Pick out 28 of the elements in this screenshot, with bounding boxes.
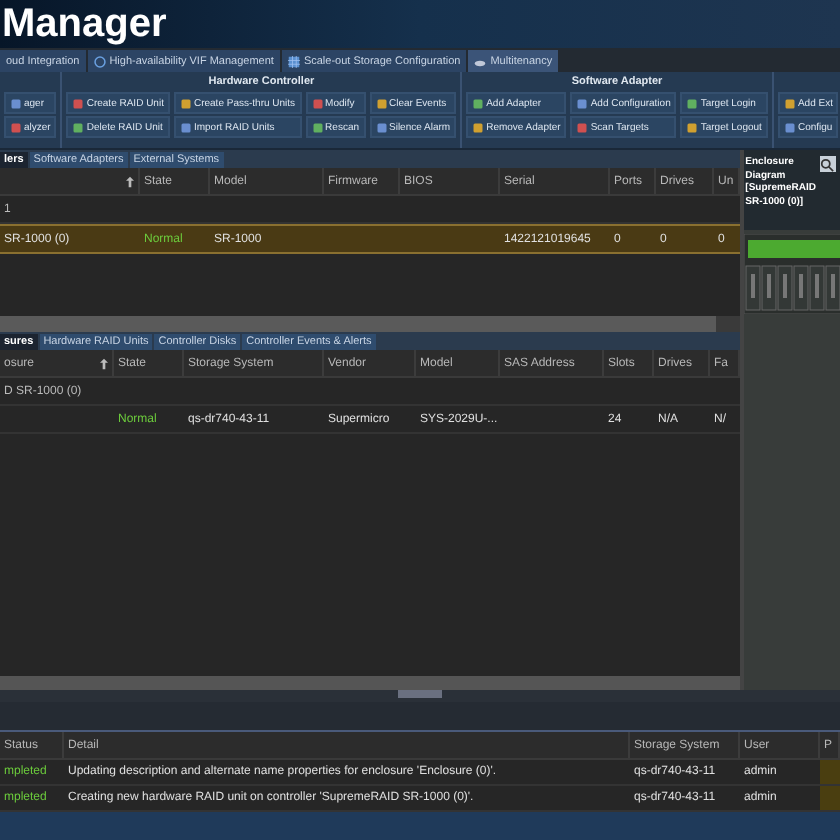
cloud-icon <box>474 55 487 67</box>
square-icon <box>72 97 85 109</box>
square-icon <box>10 121 22 133</box>
square-icon <box>375 121 387 133</box>
square-icon <box>472 121 485 133</box>
square-icon <box>375 97 387 109</box>
app-title: Manager <box>2 1 167 47</box>
square-icon <box>686 121 699 133</box>
square-icon <box>783 121 796 133</box>
square-icon <box>576 97 589 109</box>
square-icon <box>686 97 699 109</box>
sort-arrow-icon <box>100 357 108 369</box>
grid-icon <box>287 55 300 67</box>
sort-arrow-icon <box>126 175 134 187</box>
zoom-icon[interactable] <box>819 156 836 172</box>
square-icon <box>576 121 589 133</box>
square-icon <box>179 121 192 133</box>
square-icon <box>472 97 485 109</box>
scrollbar-thumb[interactable] <box>0 316 716 332</box>
splitter-handle[interactable] <box>398 690 442 698</box>
globe-icon <box>93 55 106 67</box>
square-icon <box>783 97 796 109</box>
square-icon <box>179 97 192 109</box>
scrollbar[interactable] <box>0 676 740 690</box>
square-icon <box>311 121 324 133</box>
square-icon <box>10 97 22 109</box>
square-icon <box>311 97 324 109</box>
square-icon <box>72 121 85 133</box>
